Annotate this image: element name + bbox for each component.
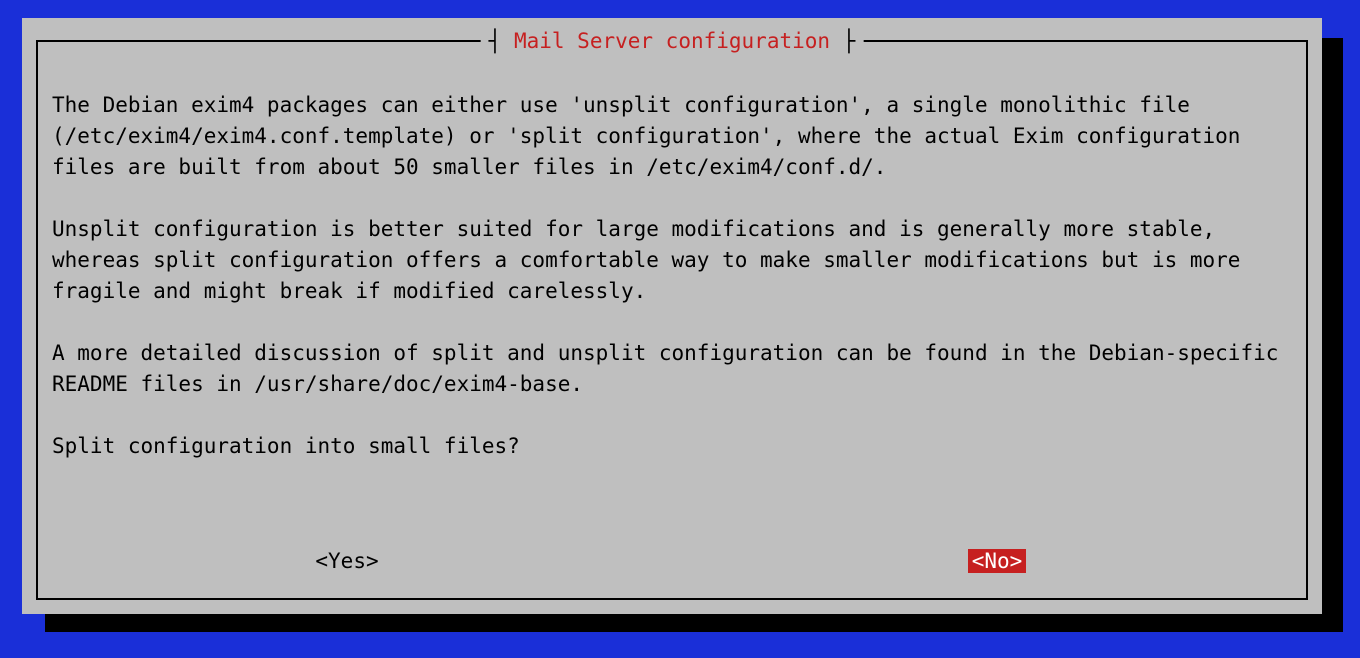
dialog-question: Split configuration into small files? xyxy=(52,434,520,458)
dialog-title-text: Mail Server configuration xyxy=(514,29,830,53)
no-cell: <No> xyxy=(672,545,1322,576)
dialog-paragraph-1: The Debian exim4 packages can either use… xyxy=(52,93,1253,179)
yes-cell: <Yes> xyxy=(22,545,672,576)
dialog-paragraph-3: A more detailed discussion of split and … xyxy=(52,341,1291,396)
dialog-body: The Debian exim4 packages can either use… xyxy=(52,90,1292,462)
yes-button[interactable]: <Yes> xyxy=(311,549,382,573)
no-button[interactable]: <No> xyxy=(968,549,1027,573)
mail-server-config-dialog: ┤ Mail Server configuration ├ The Debian… xyxy=(22,18,1322,614)
dialog-paragraph-2: Unsplit configuration is better suited f… xyxy=(52,217,1253,303)
dialog-title: ┤ Mail Server configuration ├ xyxy=(481,29,864,53)
title-bracket-left: ┤ xyxy=(489,29,514,53)
title-bracket-right: ├ xyxy=(830,29,855,53)
dialog-buttons: <Yes> <No> xyxy=(22,545,1322,576)
